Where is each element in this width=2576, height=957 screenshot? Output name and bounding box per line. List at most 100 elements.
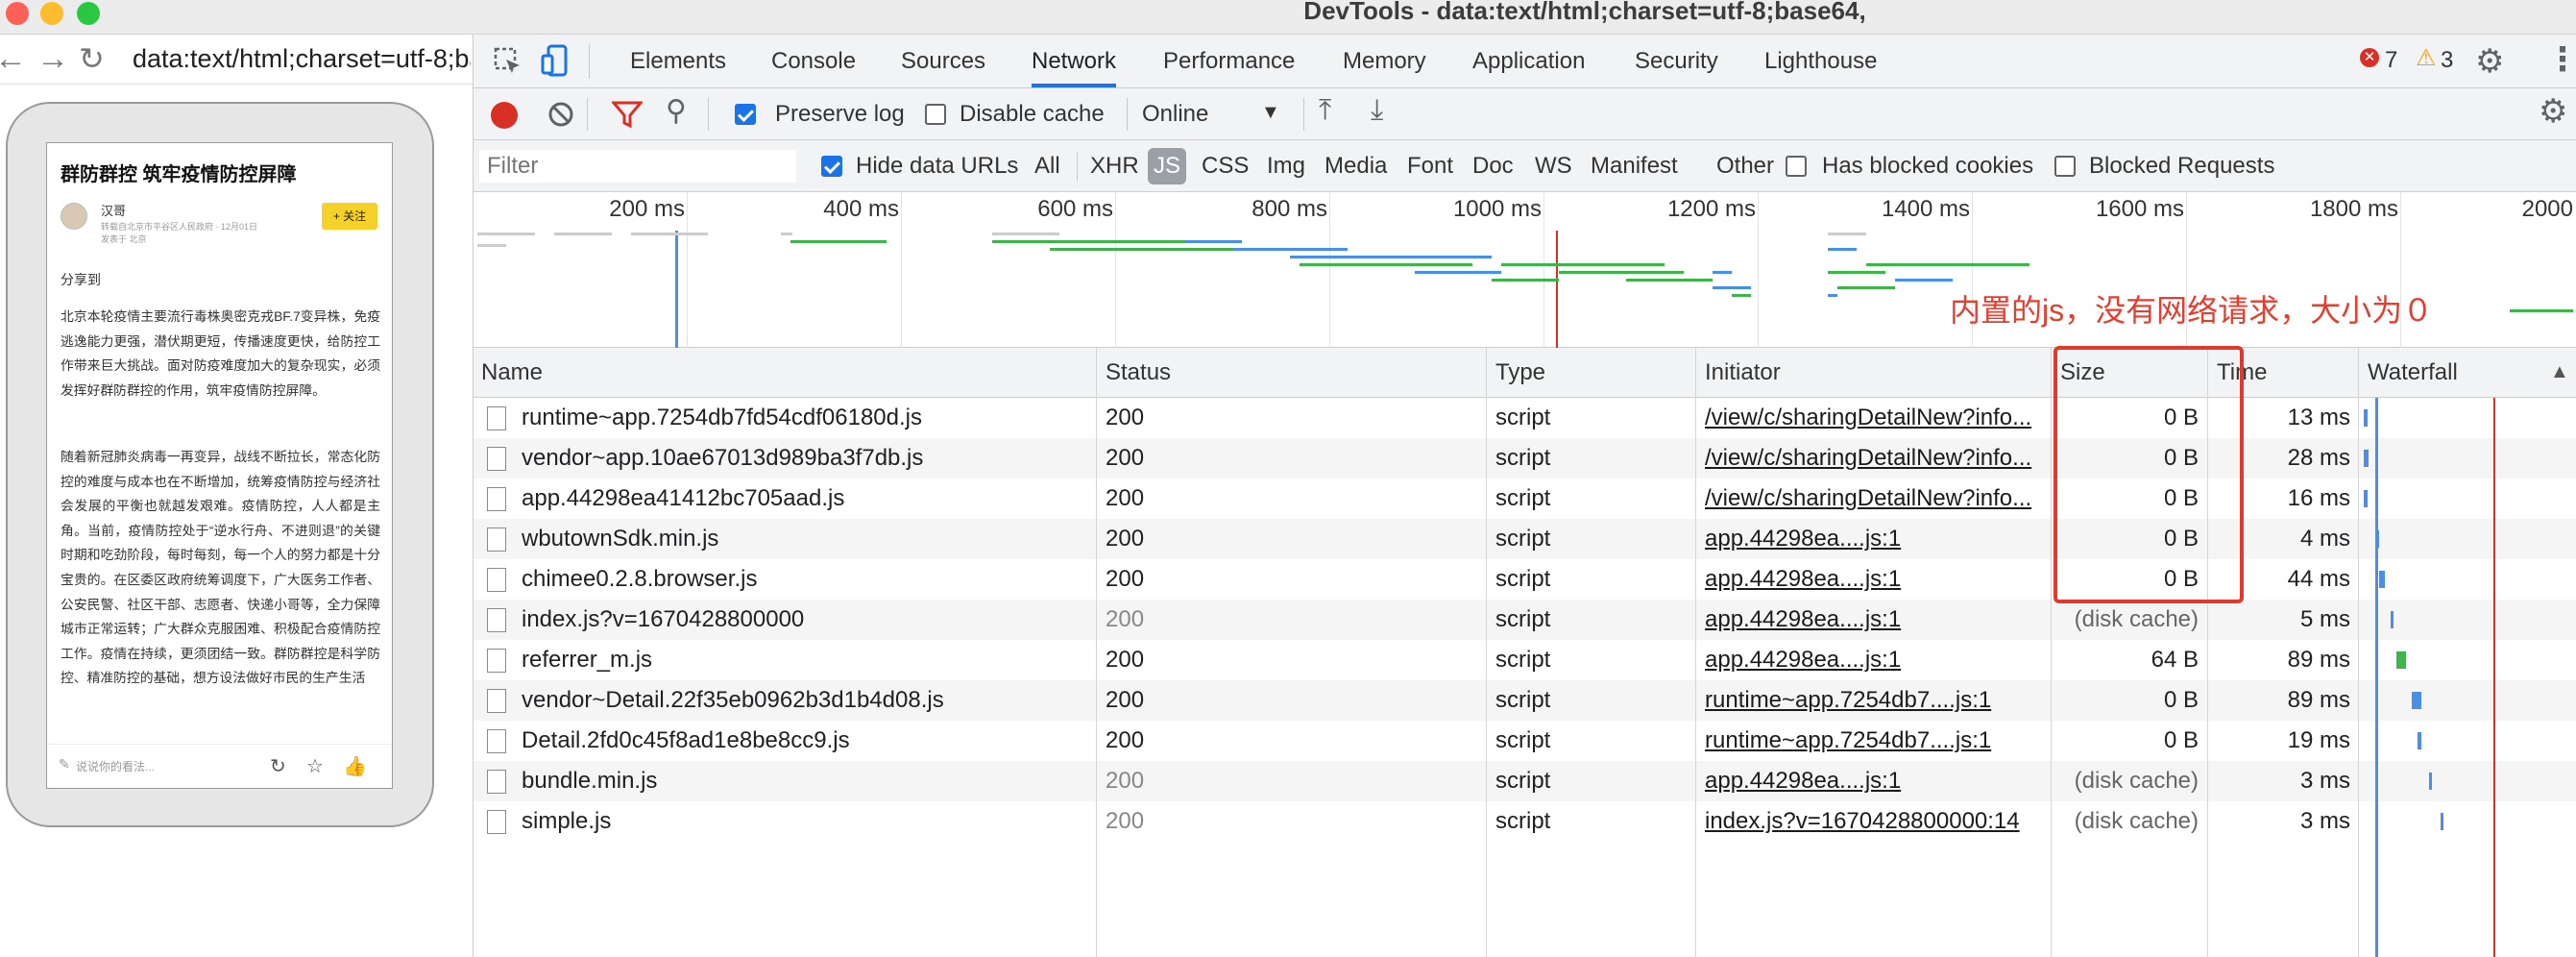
share-label[interactable]: 分享到 [61, 270, 101, 289]
table-row[interactable]: vendor~app.10ae67013d989ba3f7db.js 200 scr… [474, 438, 2576, 478]
column-header-name[interactable]: Name [481, 359, 543, 386]
forward-arrow-icon[interactable]: → [36, 40, 69, 78]
table-row[interactable]: referrer_m.js 200 script app.44298ea....js:… [474, 640, 2576, 680]
back-arrow-icon[interactable]: ← [0, 40, 27, 78]
mobile-page-viewport[interactable]: 群防群控 筑牢疫情防控屏障 汉哥 转载自北京市平谷区人民政府 · 12月01日 … [46, 142, 393, 789]
warning-icon[interactable]: ⚠ [2416, 44, 2437, 72]
error-icon[interactable]: ✕ [2360, 48, 2379, 67]
element-picker-icon[interactable] [493, 46, 523, 77]
comment-input[interactable]: 说说你的看法... [76, 758, 155, 774]
export-har-icon[interactable]: ⤓ [1371, 94, 1383, 127]
column-header-type[interactable]: Type [1495, 359, 1545, 386]
request-initiator[interactable]: app.44298ea....js:1 [1705, 566, 2047, 593]
request-name[interactable]: bundle.min.js [522, 768, 1088, 795]
request-name[interactable]: referrer_m.js [522, 647, 1088, 674]
request-initiator[interactable]: /view/c/sharingDetailNew?info... [1705, 405, 2047, 431]
more-options-icon[interactable]: ⋮ [2546, 40, 2576, 79]
network-settings-icon[interactable]: ⚙ [2539, 92, 2567, 131]
filter-type-doc[interactable]: Doc [1472, 153, 1514, 180]
settings-gear-icon[interactable]: ⚙ [2475, 42, 2504, 81]
hide-data-urls-label[interactable]: Hide data URLs [856, 153, 1018, 180]
blocked-requests-checkbox[interactable] [2054, 156, 2076, 177]
record-icon[interactable] [491, 102, 518, 129]
table-row[interactable]: vendor~Detail.22f35eb0962b3d1b4d08.js 200… [474, 680, 2576, 721]
tab-lighthouse[interactable]: Lighthouse [1764, 48, 1877, 75]
request-initiator[interactable]: index.js?v=1670428800000:14 [1705, 808, 2047, 835]
tab-network[interactable]: Network [1032, 48, 1117, 87]
request-name[interactable]: simple.js [522, 808, 1088, 835]
tab-elements[interactable]: Elements [630, 48, 726, 75]
star-icon[interactable]: ☆ [306, 754, 324, 778]
author-name[interactable]: 汉哥 [101, 201, 126, 219]
has-blocked-cookies-label[interactable]: Has blocked cookies [1822, 153, 2033, 180]
table-row[interactable]: simple.js 200 script index.js?v=16704288000… [474, 801, 2576, 842]
tab-sources[interactable]: Sources [901, 48, 985, 75]
filter-input[interactable] [479, 150, 796, 183]
follow-button[interactable]: + 关注 [322, 203, 377, 230]
chevron-down-icon[interactable]: ▼ [1261, 102, 1280, 124]
search-icon[interactable]: ⚲ [666, 94, 687, 128]
request-name[interactable]: vendor~app.10ae67013d989ba3f7db.js [522, 445, 1088, 472]
request-initiator[interactable]: app.44298ea....js:1 [1705, 526, 2047, 552]
throttling-select[interactable]: Online [1142, 101, 1208, 128]
address-input[interactable]: data:text/html;charset=utf-8;base64, [133, 44, 471, 74]
request-name[interactable]: app.44298ea41412bc705aad.js [522, 485, 1088, 512]
network-overview-timeline[interactable]: 200 ms 400 ms 600 ms 800 ms 1000 ms 1200… [474, 192, 2576, 348]
request-initiator[interactable]: runtime~app.7254db7....js:1 [1705, 727, 2047, 754]
filter-type-other[interactable]: Other [1716, 153, 1774, 180]
table-row[interactable]: Detail.2fd0c45f8ad1e8be8cc9.js 200 script r… [474, 721, 2576, 761]
filter-type-ws[interactable]: WS [1535, 153, 1572, 180]
tab-security[interactable]: Security [1635, 48, 1718, 75]
tab-performance[interactable]: Performance [1163, 48, 1295, 75]
column-header-initiator[interactable]: Initiator [1705, 359, 1781, 386]
import-har-icon[interactable]: ⤒ [1319, 94, 1331, 127]
tab-memory[interactable]: Memory [1343, 48, 1426, 75]
request-name[interactable]: Detail.2fd0c45f8ad1e8be8cc9.js [522, 727, 1088, 754]
table-row[interactable]: index.js?v=1670428800000 200 script app.442… [474, 600, 2576, 640]
table-row[interactable]: wbutownSdk.min.js 200 script app.44298ea...… [474, 519, 2576, 559]
avatar[interactable] [61, 203, 87, 230]
request-initiator[interactable]: runtime~app.7254db7....js:1 [1705, 687, 2047, 714]
filter-type-all[interactable]: All [1034, 153, 1060, 180]
filter-icon[interactable] [612, 100, 643, 129]
request-initiator[interactable]: app.44298ea....js:1 [1705, 768, 2047, 795]
warning-count[interactable]: 3 [2441, 47, 2453, 74]
request-initiator[interactable]: app.44298ea....js:1 [1705, 606, 2047, 633]
tab-console[interactable]: Console [771, 48, 856, 75]
filter-type-xhr[interactable]: XHR [1090, 153, 1139, 180]
request-name[interactable]: runtime~app.7254db7fd54cdf06180d.js [522, 405, 1088, 431]
error-count[interactable]: 7 [2385, 47, 2397, 74]
request-name[interactable]: chimee0.2.8.browser.js [522, 566, 1088, 593]
table-row[interactable]: bundle.min.js 200 script app.44298ea....js:… [474, 761, 2576, 801]
filter-type-media[interactable]: Media [1324, 153, 1387, 180]
request-initiator[interactable]: /view/c/sharingDetailNew?info... [1705, 485, 2047, 512]
disable-cache-label[interactable]: Disable cache [960, 101, 1105, 128]
request-name[interactable]: vendor~Detail.22f35eb0962b3d1b4d08.js [522, 687, 1088, 714]
filter-type-font[interactable]: Font [1407, 153, 1453, 180]
reload-icon[interactable]: ↻ [79, 40, 105, 77]
column-header-status[interactable]: Status [1106, 359, 1171, 386]
table-row[interactable]: chimee0.2.8.browser.js 200 script app.44298… [474, 559, 2576, 600]
request-initiator[interactable]: app.44298ea....js:1 [1705, 647, 2047, 674]
preserve-log-label[interactable]: Preserve log [775, 101, 905, 128]
filter-type-js[interactable]: JS [1154, 153, 1180, 180]
request-name[interactable]: index.js?v=1670428800000 [522, 606, 1088, 633]
filter-type-manifest[interactable]: Manifest [1591, 153, 1678, 180]
share-icon[interactable]: ↻ [270, 754, 286, 778]
disable-cache-checkbox[interactable] [925, 104, 946, 125]
has-blocked-cookies-checkbox[interactable] [1786, 156, 1807, 177]
request-name[interactable]: wbutownSdk.min.js [522, 526, 1088, 552]
device-toolbar-icon[interactable] [541, 44, 571, 77]
sort-ascending-icon[interactable]: ▲ [2550, 361, 2569, 383]
tab-application[interactable]: Application [1472, 48, 1585, 75]
blocked-requests-label[interactable]: Blocked Requests [2089, 153, 2274, 180]
preserve-log-checkbox[interactable] [735, 104, 756, 125]
filter-type-css[interactable]: CSS [1202, 153, 1249, 180]
table-row[interactable]: runtime~app.7254db7fd54cdf06180d.js 200 sc… [474, 398, 2576, 438]
clear-icon[interactable] [547, 100, 575, 129]
hide-data-urls-checkbox[interactable] [821, 156, 842, 177]
request-initiator[interactable]: /view/c/sharingDetailNew?info... [1705, 445, 2047, 472]
column-header-waterfall[interactable]: Waterfall [2368, 359, 2458, 386]
thumbs-up-icon[interactable]: 👍 [343, 754, 367, 778]
filter-type-img[interactable]: Img [1267, 153, 1305, 180]
